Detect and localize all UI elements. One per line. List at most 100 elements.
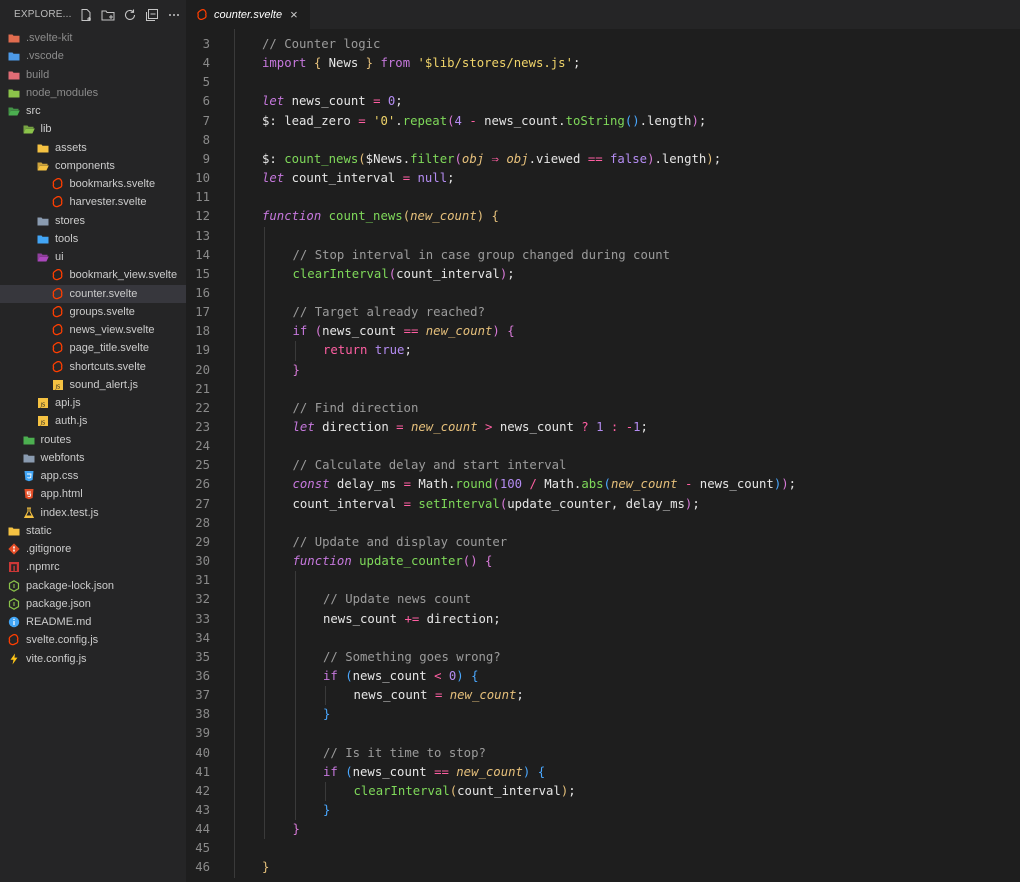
tree-item-label: counter.svelte	[69, 287, 138, 300]
tree-item-label: app.css	[40, 470, 79, 482]
code-line: 21	[186, 380, 1020, 399]
tree-item-label: groups.svelte	[69, 305, 135, 318]
new-file-icon[interactable]	[78, 7, 94, 23]
code-line: 26 const delay_ms = Math.round(100 / Math…	[186, 475, 1020, 494]
tree-item-index-test-js[interactable]: index.test.js	[0, 504, 186, 522]
tree-item-npmrc[interactable]: .npmrc	[0, 558, 186, 576]
code-text: import { News } from '$lib/stores/news.j…	[262, 56, 581, 71]
code-line: 35 // Something goes wrong?	[186, 648, 1020, 667]
tree-item-counter-svelte[interactable]: counter.svelte	[0, 284, 186, 303]
tree-item-sound-alert-js[interactable]: JS sound_alert.js	[0, 376, 186, 394]
tree-item-groups-svelte[interactable]: groups.svelte	[0, 303, 186, 321]
code-line: 38}	[186, 705, 1020, 724]
tree-item-svelte-kit[interactable]: .svelte-kit	[0, 29, 186, 47]
tree-item-package-json[interactable]: package.json	[0, 595, 186, 613]
tree-item-label: node_modules	[26, 86, 99, 99]
indent-guide	[294, 571, 296, 821]
line-number: 18	[195, 324, 210, 339]
svelte-icon	[52, 305, 64, 318]
code-text: return true;	[323, 343, 412, 358]
line-number: 8	[202, 132, 210, 147]
tree-item-build[interactable]: build	[0, 66, 186, 84]
line-number: 35	[195, 649, 210, 664]
tree-item-app-css[interactable]: app.css	[0, 467, 186, 485]
line-number: 4	[202, 56, 210, 71]
tree-item-label: README.md	[26, 616, 92, 628]
collapse-all-icon[interactable]	[144, 7, 160, 23]
tab-counter-svelte[interactable]: counter.svelte ×	[186, 0, 310, 29]
tree-item-label: package-lock.json	[26, 579, 115, 592]
line-number: 22	[195, 400, 210, 415]
tree-item-label: sound_alert.js	[69, 378, 139, 391]
tree-item-webfonts[interactable]: webfonts	[0, 449, 186, 467]
code-line: 32 // Update news count	[186, 590, 1020, 609]
tree-item-tools[interactable]: tools	[0, 230, 186, 248]
tree-item-lib[interactable]: lib	[0, 120, 186, 138]
tree-item-auth-js[interactable]: JS auth.js	[0, 412, 186, 430]
tree-item-label: index.test.js	[40, 506, 99, 519]
close-icon[interactable]: ×	[290, 7, 298, 22]
tree-item-static[interactable]: static	[0, 522, 186, 540]
line-number: 28	[195, 515, 210, 530]
indent-guide	[264, 226, 265, 840]
nodejs-icon	[8, 597, 20, 610]
explorer-title: EXPLORE...	[14, 9, 72, 20]
line-number: 17	[195, 305, 210, 320]
tree-item-api-js[interactable]: JS api.js	[0, 394, 186, 412]
code-text: clearInterval(count_interval);	[292, 266, 515, 281]
tree-item-harvester-svelte[interactable]: harvester.svelte	[0, 193, 186, 211]
code-text: // Find direction	[292, 400, 419, 415]
svelte-icon	[52, 196, 64, 208]
line-number: 39	[195, 726, 210, 741]
tree-item-label: tools	[55, 232, 79, 245]
tree-item-label: assets	[55, 141, 87, 154]
line-number: 24	[195, 439, 210, 454]
tree-item-readme-md[interactable]: README.md	[0, 613, 186, 631]
tree-item-components[interactable]: components	[0, 157, 186, 175]
tree-item-ui[interactable]: ui	[0, 248, 186, 266]
tree-item-vscode[interactable]: .vscode	[0, 47, 186, 65]
tree-item-assets[interactable]: assets	[0, 139, 186, 157]
line-number: 13	[195, 228, 210, 243]
line-number: 19	[195, 343, 210, 358]
code-text: function update_counter() {	[292, 554, 493, 569]
tree-item-label: vite.config.js	[26, 652, 87, 665]
tree-item-app-html[interactable]: app.html	[0, 485, 186, 503]
tree-item-node-modules[interactable]: node_modules	[0, 84, 186, 102]
folder-open-icon	[23, 123, 35, 135]
more-actions-icon[interactable]	[166, 7, 182, 23]
svelte-icon	[196, 8, 208, 21]
indent-guide	[325, 781, 326, 801]
code-line: 41 if (news_count == new_count) {	[186, 763, 1020, 782]
code-editor[interactable]: 3 // Counter logic 4 import { News } from '…	[186, 29, 1020, 882]
tree-item-svelte-config-js[interactable]: svelte.config.js	[0, 631, 186, 649]
code-line: 24	[186, 437, 1020, 456]
tree-item-news-view-svelte[interactable]: news_view.svelte	[0, 321, 186, 339]
code-line: 14 // Stop interval in case group changed…	[186, 246, 1020, 265]
new-folder-icon[interactable]	[100, 7, 116, 23]
tree-item-src[interactable]: src	[0, 102, 186, 120]
tree-item-bookmarks-svelte[interactable]: bookmarks.svelte	[0, 175, 186, 193]
refresh-icon[interactable]	[122, 7, 138, 23]
line-number: 36	[195, 668, 210, 683]
code-line: 33 news_count += direction;	[186, 610, 1020, 629]
code-text: }	[292, 822, 300, 837]
line-number: 33	[195, 611, 210, 626]
tree-item-routes[interactable]: routes	[0, 431, 186, 449]
svelte-icon	[52, 287, 64, 300]
tree-item-vite-config-js[interactable]: vite.config.js	[0, 650, 186, 668]
explorer-sidebar: EXPLORE... .svelte-kit .vscode build node_m…	[0, 0, 186, 882]
nodejs-icon	[8, 579, 20, 592]
tree-item-label: .gitignore	[26, 543, 72, 555]
tree-item-shortcuts-svelte[interactable]: shortcuts.svelte	[0, 358, 186, 376]
html-icon	[23, 488, 35, 500]
tree-item-bookmark-view-svelte[interactable]: bookmark_view.svelte	[0, 266, 186, 284]
tree-item-page-title-svelte[interactable]: page_title.svelte	[0, 339, 186, 357]
svelte-icon	[52, 324, 64, 336]
tree-item-label: auth.js	[55, 415, 88, 428]
line-number: 32	[195, 592, 210, 607]
code-line: 29 // Update and display counter	[186, 533, 1020, 552]
tree-item-stores[interactable]: stores	[0, 212, 186, 230]
tree-item-package-lock-json[interactable]: package-lock.json	[0, 577, 186, 595]
tree-item-gitignore[interactable]: .gitignore	[0, 540, 186, 558]
